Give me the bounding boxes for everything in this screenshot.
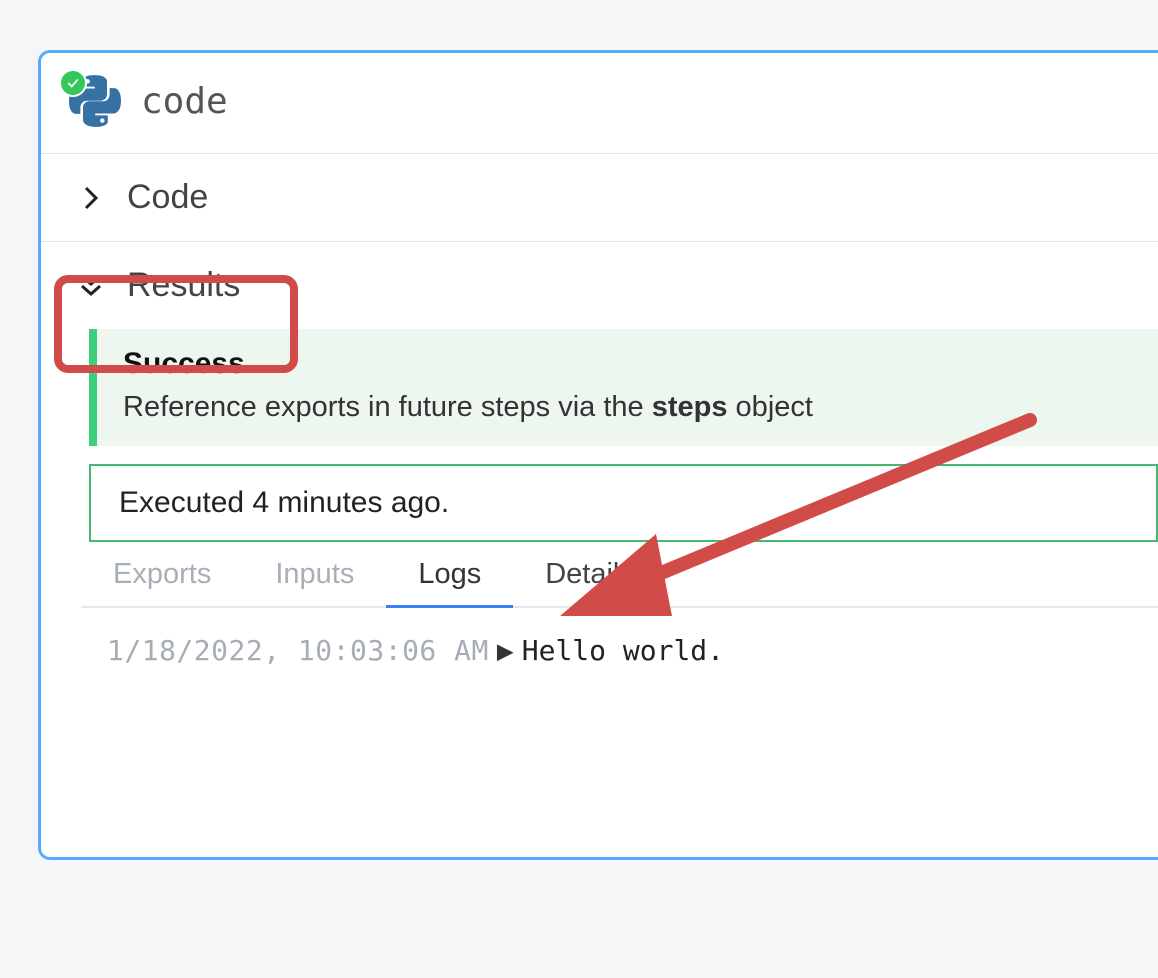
banner-text: Reference exports in future steps via th… [123, 391, 1132, 424]
success-banner: Success Reference exports in future step… [89, 329, 1158, 446]
log-message: Hello world. [522, 634, 724, 667]
tab-exports[interactable]: Exports [81, 542, 243, 608]
tab-inputs[interactable]: Inputs [243, 542, 386, 608]
results-section-label: Results [127, 266, 240, 305]
python-icon [69, 75, 121, 127]
step-title[interactable]: code [141, 81, 228, 122]
banner-text-prefix: Reference exports in future steps via th… [123, 391, 652, 423]
chevron-double-down-icon [77, 272, 105, 300]
code-step-card: code Code Results Success Reference expo… [38, 50, 1158, 860]
log-timestamp: 1/18/2022, 10:03:06 AM [107, 634, 489, 667]
success-badge-icon [59, 69, 87, 97]
tab-logs[interactable]: Logs [386, 542, 513, 608]
code-section-label: Code [127, 178, 208, 217]
executed-text: Executed 4 minutes ago. [119, 486, 449, 519]
banner-title: Success [123, 347, 1132, 381]
results-tabs: Exports Inputs Logs Details [81, 542, 1158, 608]
banner-text-suffix: object [728, 391, 813, 423]
banner-text-bold: steps [652, 391, 728, 423]
tab-details[interactable]: Details [513, 542, 666, 608]
code-section-toggle[interactable]: Code [41, 153, 1158, 241]
card-header: code [41, 53, 1158, 153]
results-section-toggle[interactable]: Results [41, 241, 1158, 329]
caret-right-icon: ▶ [497, 634, 514, 667]
chevron-right-icon [77, 185, 105, 211]
log-entry[interactable]: 1/18/2022, 10:03:06 AM ▶ Hello world. [89, 608, 1158, 693]
results-body: Success Reference exports in future step… [41, 329, 1158, 693]
executed-box[interactable]: Executed 4 minutes ago. [89, 464, 1158, 542]
